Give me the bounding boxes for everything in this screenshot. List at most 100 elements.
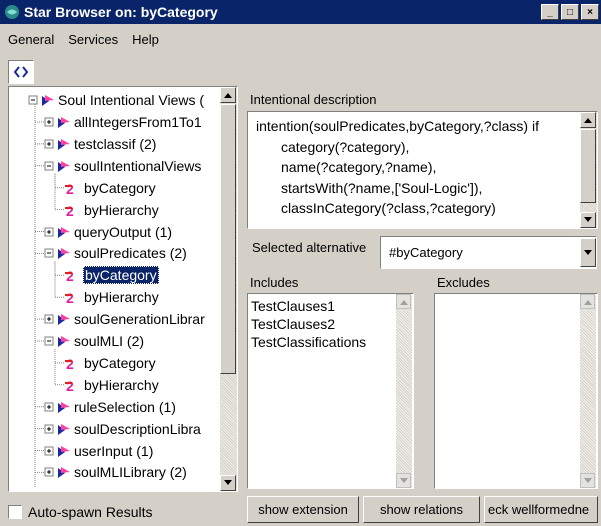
code-line: category(?category),	[281, 138, 410, 155]
tree-folder-node[interactable]: soulPredicates (2)	[43, 243, 188, 263]
excludes-list[interactable]	[434, 293, 598, 489]
tree-leaf-node[interactable]: 2 byCategory	[63, 353, 157, 373]
svg-text:2: 2	[66, 268, 74, 283]
folder-collapsed-icon	[44, 117, 70, 128]
tree-root-label: Soul Intentional Views (	[58, 92, 205, 108]
includes-scrollbar[interactable]	[396, 294, 412, 488]
intentional-description-box[interactable]: intention(soulPredicates,byCategory,?cla…	[247, 111, 598, 229]
arrow-up-icon	[584, 118, 592, 123]
tree-node-label: byCategory	[84, 179, 156, 196]
tree-leaf-node[interactable]: 2 byHierarchy	[63, 287, 160, 307]
menu-services[interactable]: Services	[60, 32, 124, 47]
svg-text:2: 2	[66, 290, 74, 305]
dropdown-button[interactable]	[580, 238, 596, 267]
tree-content: Soul Intentional Views ( allIntegersFrom…	[9, 87, 221, 491]
scroll-down-button[interactable]	[220, 475, 236, 491]
includes-label: Includes	[250, 275, 299, 290]
list-item[interactable]: TestClassifications	[251, 333, 366, 351]
maximize-button[interactable]: □	[561, 4, 579, 20]
tree-node-label: soulPredicates (2)	[74, 245, 187, 262]
tree-node-label: soulMLILibrary (2)	[74, 464, 187, 481]
svg-text:2: 2	[66, 181, 74, 196]
scroll-up-button[interactable]	[580, 112, 596, 128]
arrow-down-icon	[224, 480, 232, 485]
menu-help[interactable]: Help	[124, 32, 165, 47]
scroll-down-button[interactable]	[580, 212, 596, 228]
excludes-scrollbar[interactable]	[580, 294, 596, 488]
tree-folder-node[interactable]: ruleSelection (1)	[43, 397, 177, 417]
scroll-thumb[interactable]	[220, 104, 236, 374]
list-item[interactable]: TestClauses2	[251, 315, 366, 333]
arrow-up-icon	[583, 299, 592, 305]
chevron-down-icon	[584, 249, 592, 255]
tree-folder-node[interactable]: soulIntentionalViews	[43, 156, 202, 176]
scroll-thumb[interactable]	[580, 129, 596, 203]
tree-folder-node[interactable]: soulGenerationLibrar	[43, 309, 206, 329]
alternative-value: #byCategory	[389, 245, 463, 260]
scroll-up-button[interactable]	[580, 294, 595, 309]
alternative-select[interactable]: #byCategory	[380, 236, 597, 269]
autospawn-label: Auto-spawn Results	[28, 504, 153, 520]
close-button[interactable]: ×	[581, 4, 599, 20]
tree-node-label: soulDescriptionLibra	[74, 420, 201, 437]
tree-root[interactable]: Soul Intentional Views (	[27, 90, 205, 110]
tree-leaf-node[interactable]: 2 byHierarchy	[63, 375, 160, 395]
tree-node-label: byCategory	[84, 354, 156, 371]
tree-folder-node[interactable]: soulMLI (2)	[43, 331, 145, 351]
tree-leaf-node[interactable]: 2 byCategory	[63, 265, 159, 285]
folder-collapsed-icon	[44, 314, 70, 326]
code-line: name(?category,?name),	[281, 159, 437, 175]
tree-node-label: soulMLI (2)	[74, 333, 145, 349]
folder-collapsed-icon	[44, 445, 70, 457]
check-wellformedness-button[interactable]: eck wellformedne	[484, 496, 598, 523]
selected-alternative-label: Selected alternative	[252, 240, 367, 255]
tree-node-label: testclassif (2)	[74, 135, 157, 152]
tree-node-label: ruleSelection (1)	[74, 398, 176, 415]
folder-open-icon	[28, 95, 54, 106]
tree-leaf-node[interactable]: 2 byCategory	[63, 178, 157, 198]
tree-folder-node[interactable]: allIntegersFrom1To1	[43, 112, 203, 132]
rule-icon: 2	[65, 356, 74, 371]
excludes-label: Excludes	[437, 275, 490, 290]
views-tree[interactable]: Soul Intentional Views ( allIntegersFrom…	[8, 86, 238, 492]
tree-leaf-node[interactable]: 2 byHierarchy	[63, 200, 160, 220]
tree-node-label: queryOutput (1)	[74, 223, 173, 240]
menu-general[interactable]: General	[0, 32, 60, 47]
includes-list[interactable]: TestClauses1 TestClauses2 TestClassifica…	[247, 293, 414, 489]
folder-collapsed-icon	[44, 423, 70, 435]
tree-node-label: allIntegersFrom1To1	[74, 114, 202, 130]
rule-icon: 2	[65, 268, 74, 283]
arrow-down-icon	[584, 217, 592, 222]
tree-folder-node[interactable]: userInput (1)	[43, 441, 154, 461]
star-browser-window: Star Browser on: byCategory _ □ × Genera…	[0, 0, 601, 526]
tree-folder-node[interactable]: soulDescriptionLibra	[43, 419, 202, 439]
tree-scrollbar[interactable]	[220, 87, 237, 491]
menu-bar: General Services Help	[0, 27, 165, 51]
folder-expanded-icon	[44, 160, 70, 172]
minimize-button[interactable]: _	[541, 4, 559, 20]
show-extension-button[interactable]: show extension	[247, 496, 359, 523]
scroll-up-button[interactable]	[396, 294, 411, 309]
tree-folder-node[interactable]: soulMLILibrary (2)	[43, 462, 188, 482]
svg-text:2: 2	[66, 356, 74, 371]
tree-node-label: soulGenerationLibrar	[74, 311, 205, 328]
checkbox-box[interactable]	[8, 505, 22, 519]
tree-node-label: soulIntentionalViews	[74, 157, 202, 174]
nav-back-forward-button[interactable]	[8, 60, 34, 84]
tree-node-label: byHierarchy	[84, 289, 159, 306]
tree-node-label: byHierarchy	[84, 201, 159, 218]
tree-node-label: byCategory	[83, 266, 159, 285]
tree-node-label: userInput (1)	[74, 442, 154, 459]
title-bar[interactable]: Star Browser on: byCategory _ □ ×	[0, 0, 601, 24]
tree-folder-node[interactable]: testclassif (2)	[43, 134, 157, 154]
list-item[interactable]: TestClauses1	[251, 297, 366, 315]
folder-collapsed-icon	[44, 138, 70, 150]
intentional-scrollbar[interactable]	[580, 112, 597, 228]
tree-folder-node[interactable]: queryOutput (1)	[43, 222, 173, 242]
show-relations-button[interactable]: show relations	[363, 496, 480, 523]
scroll-up-button[interactable]	[220, 87, 236, 103]
autospawn-checkbox[interactable]: Auto-spawn Results	[8, 504, 153, 520]
folder-collapsed-icon	[44, 226, 70, 238]
scroll-down-button[interactable]	[396, 473, 411, 488]
scroll-down-button[interactable]	[580, 473, 595, 488]
